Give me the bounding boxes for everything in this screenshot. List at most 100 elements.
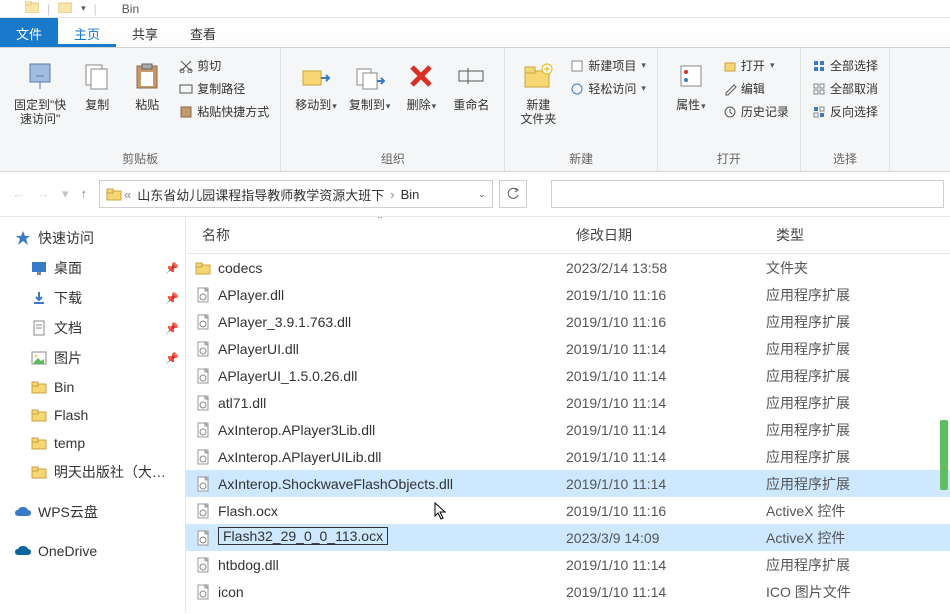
file-date: 2019/1/10 11:14 xyxy=(566,395,766,411)
sort-indicator: ⌃ xyxy=(376,217,384,226)
qat-dropdown[interactable]: ▾ xyxy=(81,3,86,14)
file-row[interactable]: AxInterop.ShockwaveFlashObjects.dll2019/… xyxy=(186,470,950,497)
column-header-name[interactable]: 名称 xyxy=(186,225,566,245)
select-all-button[interactable]: 全部选择 xyxy=(809,56,881,75)
tab-home[interactable]: 主页 xyxy=(58,18,116,47)
nav-downloads[interactable]: 下载📌 xyxy=(0,283,185,313)
folder-icon xyxy=(25,1,39,16)
file-type: ICO 图片文件 xyxy=(766,582,950,602)
ribbon-tabs: 文件 主页 共享 查看 xyxy=(0,18,950,48)
crumb-current[interactable]: Bin xyxy=(397,187,424,202)
file-row[interactable]: AxInterop.APlayerUILib.dll2019/1/10 11:1… xyxy=(186,443,950,470)
open-icon xyxy=(723,59,737,73)
column-header-type[interactable]: 类型 xyxy=(766,225,950,245)
file-name: htbdog.dll xyxy=(214,557,566,573)
nav-publisher[interactable]: 明天出版社（大班上 xyxy=(0,457,185,487)
file-type: 应用程序扩展 xyxy=(766,420,950,440)
cut-button[interactable]: 剪切 xyxy=(176,56,272,75)
file-row[interactable]: AxInterop.APlayer3Lib.dll2019/1/10 11:14… xyxy=(186,416,950,443)
address-bar-row: ← → ▾ ↑ « 山东省幼儿园课程指导教师教学资源大班下 › Bin ⌄ xyxy=(0,172,950,217)
organize-group-label: 组织 xyxy=(289,148,496,169)
file-date: 2019/1/10 11:14 xyxy=(566,476,766,492)
file-row[interactable]: APlayerUI.dll2019/1/10 11:14应用程序扩展 xyxy=(186,335,950,362)
back-button[interactable]: ← xyxy=(6,182,31,206)
recent-locations[interactable]: ▾ xyxy=(56,182,75,206)
delete-button[interactable]: 删除▾ xyxy=(396,52,446,116)
nav-pictures[interactable]: 图片📌 xyxy=(0,343,185,373)
rename-button[interactable]: 重命名 xyxy=(446,52,496,116)
file-date: 2019/1/10 11:16 xyxy=(566,503,766,519)
documents-icon xyxy=(30,319,48,337)
file-row[interactable]: Flash.ocx2019/1/10 11:16ActiveX 控件 xyxy=(186,497,950,524)
search-input[interactable] xyxy=(551,180,944,208)
refresh-button[interactable] xyxy=(499,180,527,208)
copy-button[interactable]: 复制 xyxy=(72,52,122,116)
tab-file[interactable]: 文件 xyxy=(0,18,58,47)
nav-onedrive[interactable]: OneDrive xyxy=(0,537,185,565)
file-row[interactable]: APlayer.dll2019/1/10 11:16应用程序扩展 xyxy=(186,281,950,308)
pin-icon: 📌 xyxy=(165,292,179,305)
copy-path-icon xyxy=(179,82,193,96)
file-name: icon xyxy=(214,584,566,600)
crumb-sep[interactable]: « xyxy=(122,187,133,202)
file-row[interactable]: APlayer_3.9.1.763.dll2019/1/10 11:16应用程序… xyxy=(186,308,950,335)
nav-wps-cloud[interactable]: WPS云盘 xyxy=(0,497,185,527)
pin-to-quick-access-button[interactable]: 固定到"快速访问" xyxy=(8,52,72,131)
nav-bin[interactable]: Bin xyxy=(0,373,185,401)
file-icon xyxy=(192,341,214,357)
file-row[interactable]: htbdog.dll2019/1/10 11:14应用程序扩展 xyxy=(186,551,950,578)
file-name: Flash.ocx xyxy=(214,503,566,519)
addr-dropdown[interactable]: ⌄ xyxy=(478,189,486,200)
file-row[interactable]: atl71.dll2019/1/10 11:14应用程序扩展 xyxy=(186,389,950,416)
nav-flash[interactable]: Flash xyxy=(0,401,185,429)
file-row[interactable]: codecs2023/2/14 13:58文件夹 xyxy=(186,254,950,281)
file-name: APlayer.dll xyxy=(214,287,566,303)
new-folder-button[interactable]: 新建 文件夹 xyxy=(513,52,563,131)
crumb-parent[interactable]: 山东省幼儿园课程指导教师教学资源大班下 xyxy=(133,185,388,204)
scrollbar-thumb[interactable] xyxy=(940,420,948,490)
move-to-button[interactable]: 移动到▾ xyxy=(289,52,343,116)
easy-access-button[interactable]: 轻松访问▾ xyxy=(567,79,649,98)
file-icon xyxy=(192,476,214,492)
file-name: atl71.dll xyxy=(214,395,566,411)
invert-selection-button[interactable]: 反向选择 xyxy=(809,102,881,121)
file-row[interactable]: Flash32_29_0_0_113.ocx2023/3/9 14:09Acti… xyxy=(186,524,950,551)
file-date: 2019/1/10 11:14 xyxy=(566,449,766,465)
new-item-button[interactable]: 新建项目▾ xyxy=(567,56,649,75)
nav-arrows: ← → ▾ ↑ xyxy=(6,182,93,206)
nav-desktop[interactable]: 桌面📌 xyxy=(0,253,185,283)
paste-button[interactable]: 粘贴 xyxy=(122,52,172,116)
edit-button[interactable]: 编辑 xyxy=(720,79,792,98)
cut-icon xyxy=(179,59,193,73)
nav-temp[interactable]: temp xyxy=(0,429,185,457)
paste-icon xyxy=(133,62,161,90)
crumb-sep[interactable]: › xyxy=(388,187,396,202)
file-name: codecs xyxy=(214,260,566,276)
file-date: 2019/1/10 11:14 xyxy=(566,341,766,357)
column-header-modified[interactable]: 修改日期 xyxy=(566,225,766,245)
file-icon xyxy=(192,584,214,600)
address-bar[interactable]: « 山东省幼儿园课程指导教师教学资源大班下 › Bin ⌄ xyxy=(99,180,492,208)
paste-shortcut-button[interactable]: 粘贴快捷方式 xyxy=(176,102,272,121)
history-button[interactable]: 历史记录 xyxy=(720,102,792,121)
tab-share[interactable]: 共享 xyxy=(116,18,174,47)
select-group-label: 选择 xyxy=(809,148,881,169)
up-button[interactable]: ↑ xyxy=(75,182,94,206)
copy-to-button[interactable]: 复制到▾ xyxy=(343,52,397,116)
folder-icon xyxy=(30,378,48,396)
file-row[interactable]: icon2019/1/10 11:14ICO 图片文件 xyxy=(186,578,950,605)
copy-path-button[interactable]: 复制路径 xyxy=(176,79,272,98)
file-type: 应用程序扩展 xyxy=(766,555,950,575)
delete-icon xyxy=(406,61,436,91)
nav-documents[interactable]: 文档📌 xyxy=(0,313,185,343)
file-icon xyxy=(192,314,214,330)
file-type: 应用程序扩展 xyxy=(766,447,950,467)
open-button[interactable]: 打开▾ xyxy=(720,56,792,75)
select-none-button[interactable]: 全部取消 xyxy=(809,79,881,98)
file-row[interactable]: APlayerUI_1.5.0.26.dll2019/1/10 11:14应用程… xyxy=(186,362,950,389)
nav-quick-access[interactable]: 快速访问 xyxy=(0,223,185,253)
forward-button[interactable]: → xyxy=(31,182,56,206)
file-date: 2019/1/10 11:14 xyxy=(566,557,766,573)
properties-button[interactable]: 属性▾ xyxy=(666,52,716,116)
tab-view[interactable]: 查看 xyxy=(174,18,232,47)
